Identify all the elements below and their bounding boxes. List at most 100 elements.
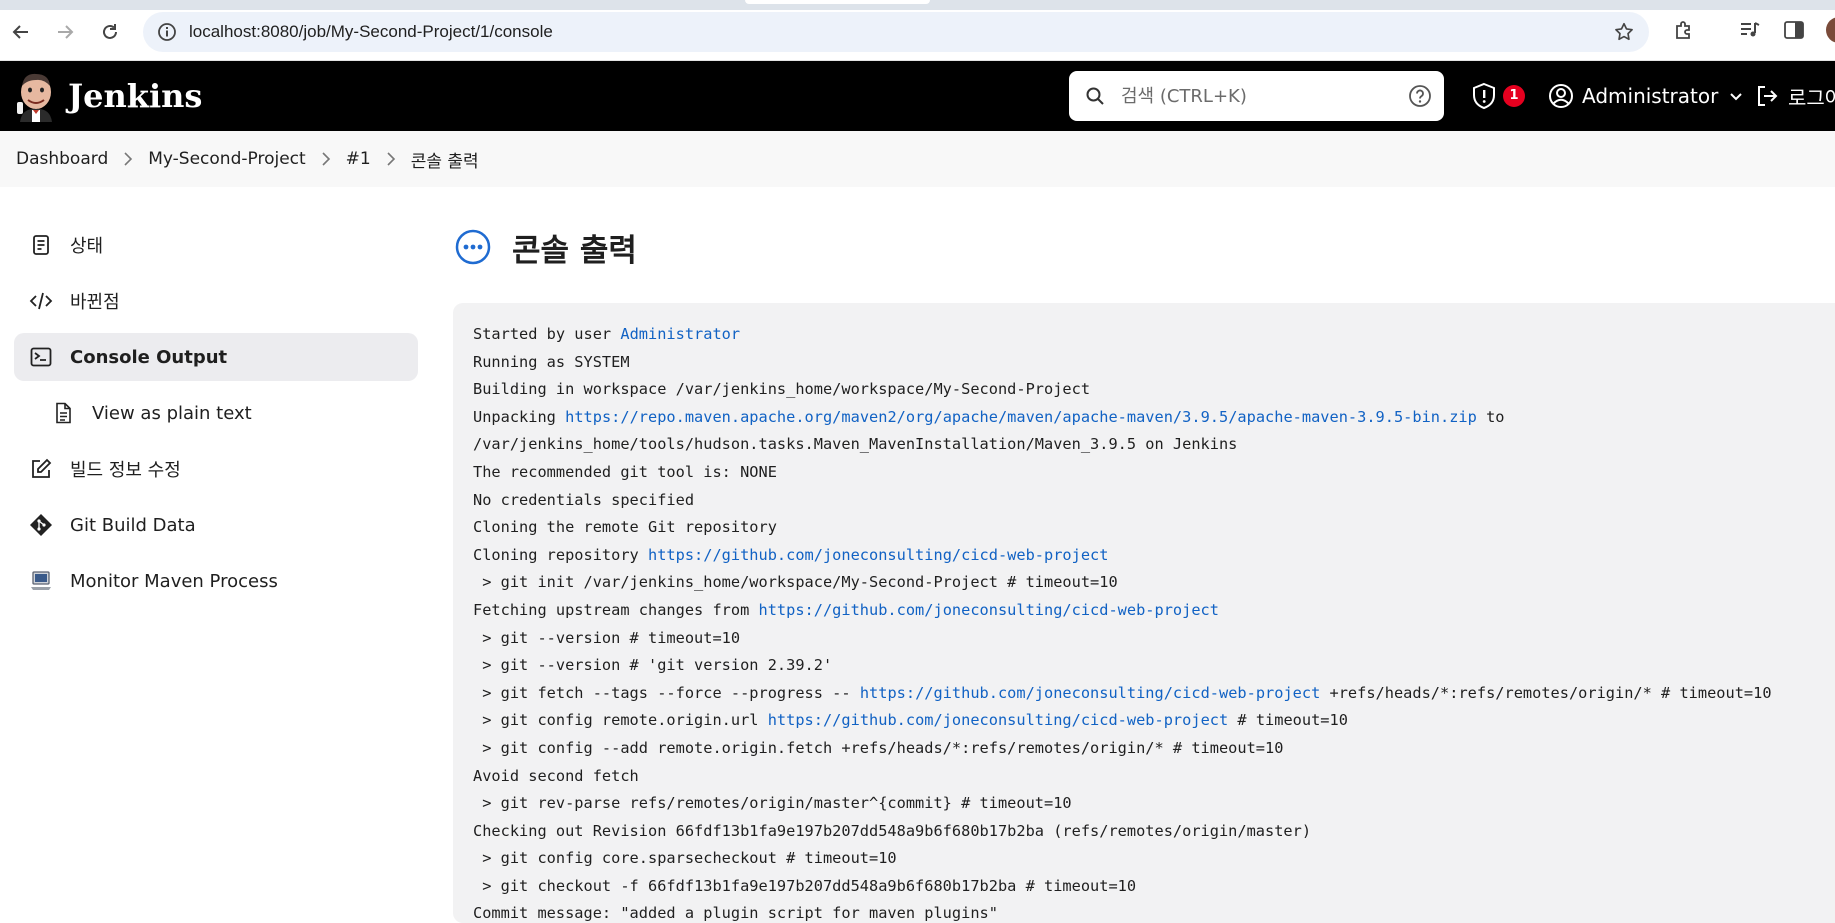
console-text: Fetching upstream changes from bbox=[473, 600, 759, 619]
console-line: > git --version # 'git version 2.39.2' bbox=[473, 652, 1833, 680]
chevron-right-icon bbox=[306, 151, 346, 167]
console-text: Checking out Revision 66fdf13b1fa9e197b2… bbox=[473, 821, 1312, 840]
console-link[interactable]: https://repo.maven.apache.org/maven2/org… bbox=[565, 408, 1477, 426]
sidebar-item-status[interactable]: 상태 bbox=[14, 221, 418, 269]
console-text: > git checkout -f 66fdf13b1fa9e197b207dd… bbox=[473, 876, 1137, 895]
jenkins-header: Jenkins 1 Administrator 로그아웃 bbox=[0, 61, 1835, 131]
terminal-icon bbox=[28, 344, 54, 370]
console-text: Started by user bbox=[473, 325, 621, 343]
site-info-icon[interactable] bbox=[157, 22, 177, 42]
side-panel-icon[interactable] bbox=[1782, 18, 1806, 42]
console-text: > git --version # 'git version 2.39.2' bbox=[473, 656, 833, 675]
console-text: Unpacking bbox=[473, 407, 566, 426]
notification-badge[interactable]: 1 bbox=[1503, 85, 1525, 107]
sidebar-item-monitor-maven[interactable]: Monitor Maven Process bbox=[14, 557, 418, 605]
console-line: Building in workspace /var/jenkins_home/… bbox=[473, 376, 1833, 404]
status-document-icon bbox=[28, 232, 54, 258]
console-text: > git config core.sparsecheckout # timeo… bbox=[473, 849, 897, 868]
console-text: Cloning the remote Git repository bbox=[473, 518, 777, 537]
sidebar-item-changes[interactable]: 바뀐점 bbox=[14, 277, 418, 325]
arrow-left-icon bbox=[12, 25, 28, 39]
console-link[interactable]: https://github.com/joneconsulting/cicd-w… bbox=[768, 711, 1228, 729]
console-link[interactable]: Administrator bbox=[620, 325, 740, 343]
search-box[interactable] bbox=[1069, 71, 1444, 121]
console-text: Building in workspace /var/jenkins_home/… bbox=[473, 380, 1091, 399]
logout-label: 로그아웃 bbox=[1788, 85, 1835, 110]
user-icon bbox=[1549, 84, 1573, 108]
breadcrumb-dashboard[interactable]: Dashboard bbox=[16, 149, 108, 169]
jenkins-logo-icon[interactable] bbox=[16, 70, 56, 122]
console-line: > git config remote.origin.url https://g… bbox=[473, 707, 1833, 735]
sidebar-item-label: Monitor Maven Process bbox=[70, 570, 278, 592]
reload-button[interactable] bbox=[93, 15, 127, 49]
user-name: Administrator bbox=[1582, 84, 1719, 108]
console-text: # timeout=10 bbox=[1228, 711, 1348, 730]
console-line: Unpacking https://repo.maven.apache.org/… bbox=[473, 404, 1833, 432]
chevron-down-icon bbox=[1730, 93, 1743, 101]
console-text: The recommended git tool is: NONE bbox=[473, 462, 777, 481]
text-file-icon bbox=[50, 400, 76, 426]
page-title: 콘솔 출력 bbox=[512, 232, 637, 269]
console-text: Avoid second fetch bbox=[473, 766, 639, 785]
console-text: > git config --add remote.origin.fetch +… bbox=[473, 738, 1284, 757]
user-menu[interactable]: Administrator bbox=[1548, 81, 1744, 111]
console-line: > git config --add remote.origin.fetch +… bbox=[473, 735, 1833, 763]
console-line: The recommended git tool is: NONE bbox=[473, 459, 1833, 487]
console-line: > git fetch --tags --force --progress --… bbox=[473, 680, 1833, 708]
console-line: Avoid second fetch bbox=[473, 763, 1833, 791]
git-icon bbox=[28, 512, 54, 538]
sidebar-item-plain-text[interactable]: View as plain text bbox=[14, 389, 418, 437]
sidebar-item-label: 바뀐점 bbox=[70, 292, 120, 313]
arrow-right-icon bbox=[58, 25, 74, 39]
search-input[interactable] bbox=[1121, 71, 1391, 121]
console-text: +refs/heads/*:refs/remotes/origin/* # ti… bbox=[1320, 683, 1772, 702]
console-text: No credentials specified bbox=[473, 490, 695, 509]
breadcrumb-console-output[interactable]: 콘솔 출력 bbox=[411, 147, 479, 172]
jenkins-brand[interactable]: Jenkins bbox=[68, 61, 202, 131]
browser-toolbar: localhost:8080/job/My-Second-Project/1/c… bbox=[0, 0, 1835, 61]
sidebar-item-console-output[interactable]: Console Output bbox=[14, 333, 418, 381]
chevron-right-icon bbox=[371, 151, 411, 167]
computer-icon bbox=[28, 568, 54, 594]
console-text: > git rev-parse refs/remotes/origin/mast… bbox=[473, 794, 1072, 813]
logout-link[interactable]: 로그아웃 bbox=[1754, 81, 1835, 111]
sidebar-item-git-build-data[interactable]: Git Build Data bbox=[14, 501, 418, 549]
console-line: Running as SYSTEM bbox=[473, 349, 1833, 377]
console-link[interactable]: https://github.com/joneconsulting/cicd-w… bbox=[759, 601, 1219, 619]
console-line: /var/jenkins_home/tools/hudson.tasks.Mav… bbox=[473, 431, 1833, 459]
console-link[interactable]: https://github.com/joneconsulting/cicd-w… bbox=[648, 546, 1108, 564]
console-text: Running as SYSTEM bbox=[473, 352, 630, 371]
address-bar[interactable]: localhost:8080/job/My-Second-Project/1/c… bbox=[143, 12, 1649, 52]
extensions-puzzle-icon[interactable] bbox=[1672, 18, 1696, 42]
breadcrumb-project[interactable]: My-Second-Project bbox=[148, 149, 305, 169]
sidebar-item-label: Git Build Data bbox=[70, 514, 196, 536]
sidebar-item-label: Console Output bbox=[70, 346, 228, 368]
help-icon[interactable] bbox=[1408, 84, 1432, 108]
breadcrumb-build[interactable]: #1 bbox=[346, 149, 371, 169]
reload-icon bbox=[103, 24, 117, 39]
console-text: Commit message: "added a plugin script f… bbox=[473, 904, 998, 923]
console-output: Started by user Administrator Running as … bbox=[453, 303, 1835, 923]
breadcrumb: Dashboard My-Second-Project #1 콘솔 출력 bbox=[0, 131, 1835, 187]
sidebar-item-edit-build-info[interactable]: 빌드 정보 수정 bbox=[14, 445, 418, 493]
bookmark-star-icon[interactable] bbox=[1613, 21, 1635, 43]
tab-strip bbox=[0, 0, 1835, 10]
console-line: > git checkout -f 66fdf13b1fa9e197b207dd… bbox=[473, 873, 1833, 901]
media-control-icon[interactable] bbox=[1738, 18, 1762, 42]
code-icon bbox=[28, 288, 54, 314]
console-link[interactable]: https://github.com/joneconsulting/cicd-w… bbox=[860, 684, 1320, 702]
console-line: Checking out Revision 66fdf13b1fa9e197b2… bbox=[473, 818, 1833, 846]
console-line: > git init /var/jenkins_home/workspace/M… bbox=[473, 569, 1833, 597]
url-text: localhost:8080/job/My-Second-Project/1/c… bbox=[189, 22, 553, 41]
back-button[interactable] bbox=[4, 15, 38, 49]
console-line: Fetching upstream changes from https://g… bbox=[473, 597, 1833, 625]
sidebar: 상태 바뀐점 Console Output View as plain text… bbox=[14, 221, 418, 613]
console-text: > git init /var/jenkins_home/workspace/M… bbox=[473, 573, 1118, 592]
sidebar-item-label: 빌드 정보 수정 bbox=[70, 460, 181, 481]
security-shield-icon[interactable] bbox=[1470, 82, 1498, 110]
profile-avatar[interactable] bbox=[1826, 17, 1835, 43]
page-header: 콘솔 출력 bbox=[454, 224, 637, 270]
in-progress-icon bbox=[455, 229, 491, 265]
console-text: > git fetch --tags --force --progress -- bbox=[473, 683, 860, 702]
forward-button[interactable] bbox=[48, 15, 82, 49]
